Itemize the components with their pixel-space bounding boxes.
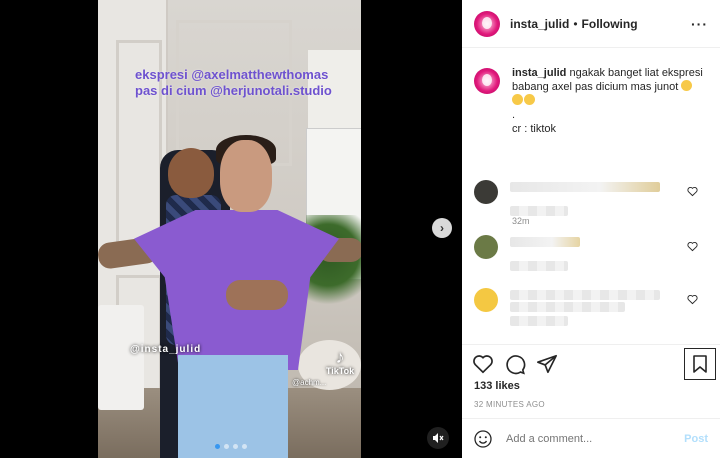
save-button[interactable]	[684, 348, 716, 380]
bookmark-icon	[693, 355, 707, 373]
air-purifier	[98, 305, 144, 410]
caption-username[interactable]: insta_julid	[512, 67, 566, 79]
carousel-dot	[224, 444, 229, 449]
post-actions	[462, 344, 720, 380]
left-backdrop	[0, 0, 98, 458]
carousel-dot	[242, 444, 247, 449]
comment-like-heart-icon[interactable]	[687, 294, 698, 305]
header-username[interactable]: insta_julid	[510, 17, 569, 31]
add-comment-bar: Post	[462, 418, 720, 458]
comment-icon[interactable]	[504, 353, 526, 375]
emoji-laughing-icon	[512, 94, 523, 105]
comment-avatar[interactable]	[474, 288, 498, 312]
more-dots-icon[interactable]: ···	[691, 16, 708, 32]
overlay-line-2: pas di cium @herjunotali.studio	[135, 83, 332, 98]
carousel-dot	[233, 444, 238, 449]
mute-button[interactable]	[427, 427, 449, 449]
comment-meta-blurred	[510, 206, 568, 216]
following-button[interactable]: Following	[582, 17, 638, 31]
post-time-ago[interactable]: 32 MINUTES AGO	[474, 400, 545, 409]
avatar[interactable]	[474, 10, 500, 37]
overlay-line-1: ekspresi @axelmatthewthomas	[135, 67, 329, 82]
carousel-dot	[215, 444, 220, 449]
comment-like-heart-icon[interactable]	[687, 241, 698, 252]
likes-count[interactable]: 133 likes	[474, 380, 520, 392]
chevron-right-icon: ›	[440, 221, 444, 235]
heart-icon[interactable]	[472, 353, 494, 375]
tiktok-label: TikTok	[325, 366, 355, 376]
tiktok-logo: ♪ TikTok	[322, 348, 358, 376]
video-watermark: @insta_julid	[130, 344, 202, 355]
header-separator: •	[573, 16, 578, 31]
post-header: insta_julid • Following ···	[462, 0, 720, 48]
comment-meta-blurred	[510, 316, 568, 326]
emoji-smiley-icon[interactable]	[474, 430, 492, 448]
emoji-crying-icon	[681, 80, 693, 91]
comment-item	[474, 180, 710, 216]
tiktok-note-icon: ♪	[335, 347, 345, 367]
video-overlay-text: ekspresi @axelmatthewthomas pas di cium …	[135, 67, 365, 99]
speaker-muted-icon	[433, 433, 444, 443]
post-side-panel: insta_julid • Following ··· insta_julid …	[462, 0, 720, 458]
carousel-dots	[215, 444, 247, 449]
caption-time[interactable]: 32m	[512, 216, 530, 226]
comment-text-blurred	[510, 302, 625, 312]
caption-text: insta_julid ngakak banget liat ekspresi …	[512, 66, 712, 136]
comment-input[interactable]	[504, 432, 668, 446]
tiktok-handle: @achm...	[292, 378, 327, 387]
action-icons	[472, 353, 558, 375]
comment-text-blurred	[510, 182, 660, 192]
caption-dot: .	[512, 109, 516, 121]
emoji-laughing-icon	[524, 94, 535, 105]
comment-item	[474, 288, 710, 326]
caption-avatar[interactable]	[474, 68, 500, 94]
comment-like-heart-icon[interactable]	[687, 186, 698, 197]
comment-avatar[interactable]	[474, 180, 498, 204]
comment-meta-blurred	[510, 261, 568, 271]
caption-credit: cr : tiktok	[512, 123, 557, 135]
comment-item	[474, 235, 710, 271]
share-icon[interactable]	[536, 353, 558, 375]
comment-text-blurred	[510, 290, 660, 300]
comment-text-blurred	[510, 237, 580, 247]
next-slide-button[interactable]: ›	[432, 218, 452, 238]
comment-avatar[interactable]	[474, 235, 498, 259]
post-comment-button[interactable]: Post	[684, 433, 708, 445]
